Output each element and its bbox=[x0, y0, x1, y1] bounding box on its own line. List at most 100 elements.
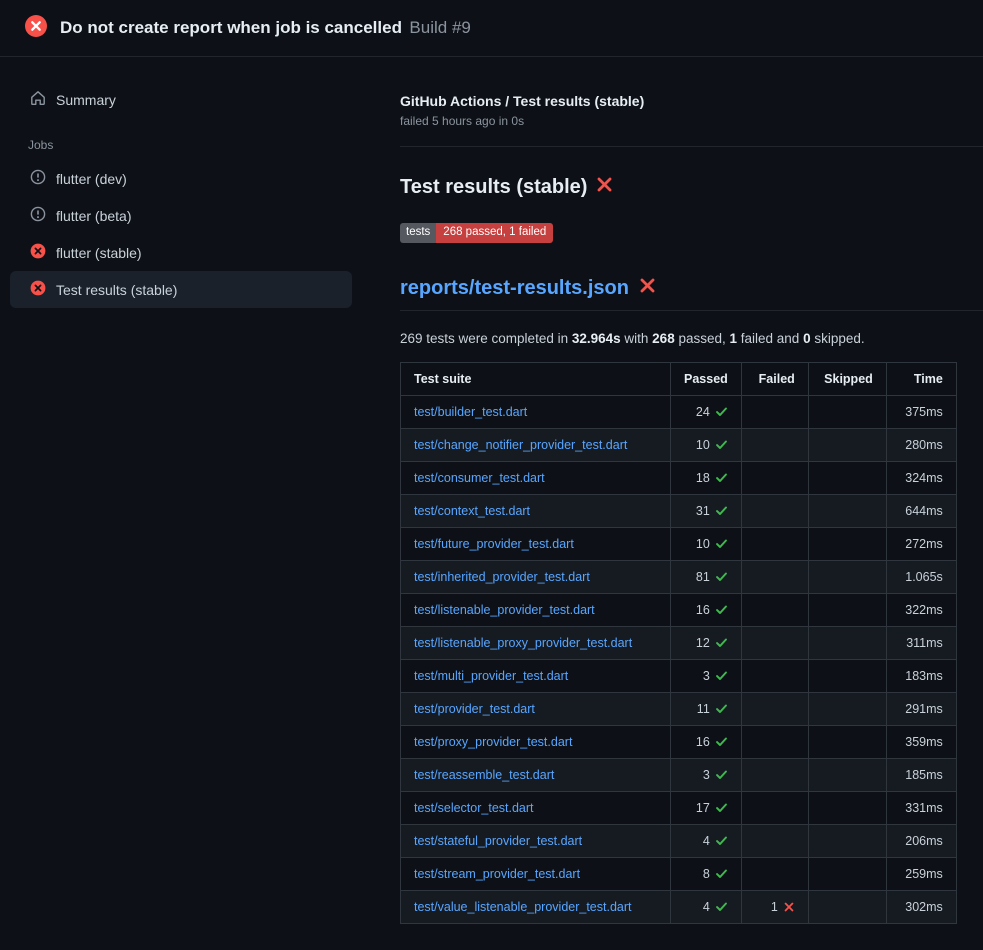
check-icon bbox=[715, 768, 728, 781]
suite-cell: test/future_provider_test.dart bbox=[401, 527, 671, 560]
section-title-row: Test results (stable) bbox=[400, 176, 983, 199]
table-row: test/reassemble_test.dart3185ms bbox=[401, 758, 957, 791]
summary-duration: 32.964s bbox=[572, 331, 621, 346]
passed-cell: 31 bbox=[671, 494, 742, 527]
time-cell: 280ms bbox=[886, 428, 956, 461]
suite-link[interactable]: test/listenable_proxy_provider_test.dart bbox=[414, 636, 632, 650]
suite-link[interactable]: test/builder_test.dart bbox=[414, 405, 527, 419]
passed-cell: 8 bbox=[671, 857, 742, 890]
passed-count: 10 bbox=[696, 537, 728, 551]
report-title-row: reports/test-results.json bbox=[400, 277, 983, 311]
passed-cell: 10 bbox=[671, 527, 742, 560]
home-icon bbox=[30, 90, 46, 109]
passed-count: 16 bbox=[696, 603, 728, 617]
jobs-section-label: Jobs bbox=[28, 138, 352, 152]
sidebar-item-flutter-beta[interactable]: flutter (beta) bbox=[10, 197, 352, 234]
suite-link[interactable]: test/multi_provider_test.dart bbox=[414, 669, 568, 683]
skipped-cell bbox=[808, 725, 886, 758]
failed-cell bbox=[741, 791, 808, 824]
sidebar-item-test-results-stable[interactable]: Test results (stable) bbox=[10, 271, 352, 308]
header-row: Test suite Passed Failed Skipped Time bbox=[401, 362, 957, 395]
sidebar-item-summary[interactable]: Summary bbox=[10, 81, 352, 118]
skipped-cell bbox=[808, 395, 886, 428]
sidebar-item-label: flutter (stable) bbox=[56, 245, 142, 261]
check-run-header: Do not create report when job is cancell… bbox=[0, 0, 983, 57]
passed-cell: 4 bbox=[671, 890, 742, 923]
time-cell: 183ms bbox=[886, 659, 956, 692]
failed-cell bbox=[741, 659, 808, 692]
suite-cell: test/change_notifier_provider_test.dart bbox=[401, 428, 671, 461]
summary-line: 269 tests were completed in 32.964s with… bbox=[400, 331, 983, 346]
badge-label: tests bbox=[400, 223, 436, 243]
sidebar-item-label: Test results (stable) bbox=[56, 282, 177, 298]
failed-cell bbox=[741, 857, 808, 890]
time-cell: 291ms bbox=[886, 692, 956, 725]
passed-cell: 81 bbox=[671, 560, 742, 593]
passed-cell: 17 bbox=[671, 791, 742, 824]
passed-cell: 12 bbox=[671, 626, 742, 659]
failed-count: 1 bbox=[771, 900, 795, 914]
alert-circle-icon bbox=[30, 169, 46, 188]
table-row: test/value_listenable_provider_test.dart… bbox=[401, 890, 957, 923]
suite-link[interactable]: test/value_listenable_provider_test.dart bbox=[414, 900, 632, 914]
suite-cell: test/value_listenable_provider_test.dart bbox=[401, 890, 671, 923]
results-table-body: test/builder_test.dart24375mstest/change… bbox=[401, 395, 957, 923]
suite-link[interactable]: test/selector_test.dart bbox=[414, 801, 534, 815]
passed-count: 81 bbox=[696, 570, 728, 584]
skipped-cell bbox=[808, 593, 886, 626]
suite-cell: test/reassemble_test.dart bbox=[401, 758, 671, 791]
table-row: test/future_provider_test.dart10272ms bbox=[401, 527, 957, 560]
check-icon bbox=[715, 570, 728, 583]
time-cell: 302ms bbox=[886, 890, 956, 923]
suite-cell: test/proxy_provider_test.dart bbox=[401, 725, 671, 758]
suite-link[interactable]: test/inherited_provider_test.dart bbox=[414, 570, 590, 584]
table-row: test/context_test.dart31644ms bbox=[401, 494, 957, 527]
suite-link[interactable]: test/change_notifier_provider_test.dart bbox=[414, 438, 627, 452]
alert-circle-icon bbox=[30, 206, 46, 225]
suite-link[interactable]: test/provider_test.dart bbox=[414, 702, 535, 716]
suite-link[interactable]: test/proxy_provider_test.dart bbox=[414, 735, 572, 749]
table-row: test/change_notifier_provider_test.dart 1… bbox=[401, 428, 957, 461]
passed-cell: 4 bbox=[671, 824, 742, 857]
suite-cell: test/provider_test.dart bbox=[401, 692, 671, 725]
suite-link[interactable]: test/consumer_test.dart bbox=[414, 471, 545, 485]
suite-link[interactable]: test/context_test.dart bbox=[414, 504, 530, 518]
skipped-cell bbox=[808, 758, 886, 791]
passed-cell: 16 bbox=[671, 593, 742, 626]
divider bbox=[400, 146, 983, 147]
suite-link[interactable]: test/future_provider_test.dart bbox=[414, 537, 574, 551]
time-cell: 331ms bbox=[886, 791, 956, 824]
suite-link[interactable]: test/reassemble_test.dart bbox=[414, 768, 554, 782]
passed-cell: 11 bbox=[671, 692, 742, 725]
skipped-cell bbox=[808, 659, 886, 692]
suite-link[interactable]: test/stream_provider_test.dart bbox=[414, 867, 580, 881]
suite-link[interactable]: test/stateful_provider_test.dart bbox=[414, 834, 582, 848]
sidebar-item-flutter-stable[interactable]: flutter (stable) bbox=[10, 234, 352, 271]
table-row: test/listenable_proxy_provider_test.dart… bbox=[401, 626, 957, 659]
failed-cell bbox=[741, 824, 808, 857]
badge-value: 268 passed, 1 failed bbox=[436, 223, 553, 243]
sidebar: Summary Jobs flutter (dev) flut bbox=[0, 57, 380, 950]
table-row: test/stream_provider_test.dart8259ms bbox=[401, 857, 957, 890]
passed-count: 3 bbox=[703, 669, 728, 683]
time-cell: 311ms bbox=[886, 626, 956, 659]
run-meta: failed 5 hours ago in 0s bbox=[400, 114, 983, 128]
failed-cell: 1 bbox=[741, 890, 808, 923]
report-link[interactable]: reports/test-results.json bbox=[400, 277, 629, 300]
passed-cell: 10 bbox=[671, 428, 742, 461]
x-circle-fill-icon bbox=[30, 280, 46, 299]
main-content: GitHub Actions / Test results (stable) f… bbox=[380, 57, 983, 950]
suite-link[interactable]: test/listenable_provider_test.dart bbox=[414, 603, 595, 617]
time-cell: 359ms bbox=[886, 725, 956, 758]
build-number: Build #9 bbox=[409, 18, 470, 37]
summary-skipped: 0 bbox=[803, 331, 811, 346]
passed-count: 24 bbox=[696, 405, 728, 419]
passed-count: 11 bbox=[697, 702, 728, 716]
passed-cell: 3 bbox=[671, 659, 742, 692]
x-circle-icon bbox=[25, 15, 47, 42]
summary-failed: 1 bbox=[730, 331, 738, 346]
check-icon bbox=[715, 537, 728, 550]
table-row: test/listenable_provider_test.dart16322m… bbox=[401, 593, 957, 626]
skipped-cell bbox=[808, 527, 886, 560]
sidebar-item-flutter-dev[interactable]: flutter (dev) bbox=[10, 160, 352, 197]
